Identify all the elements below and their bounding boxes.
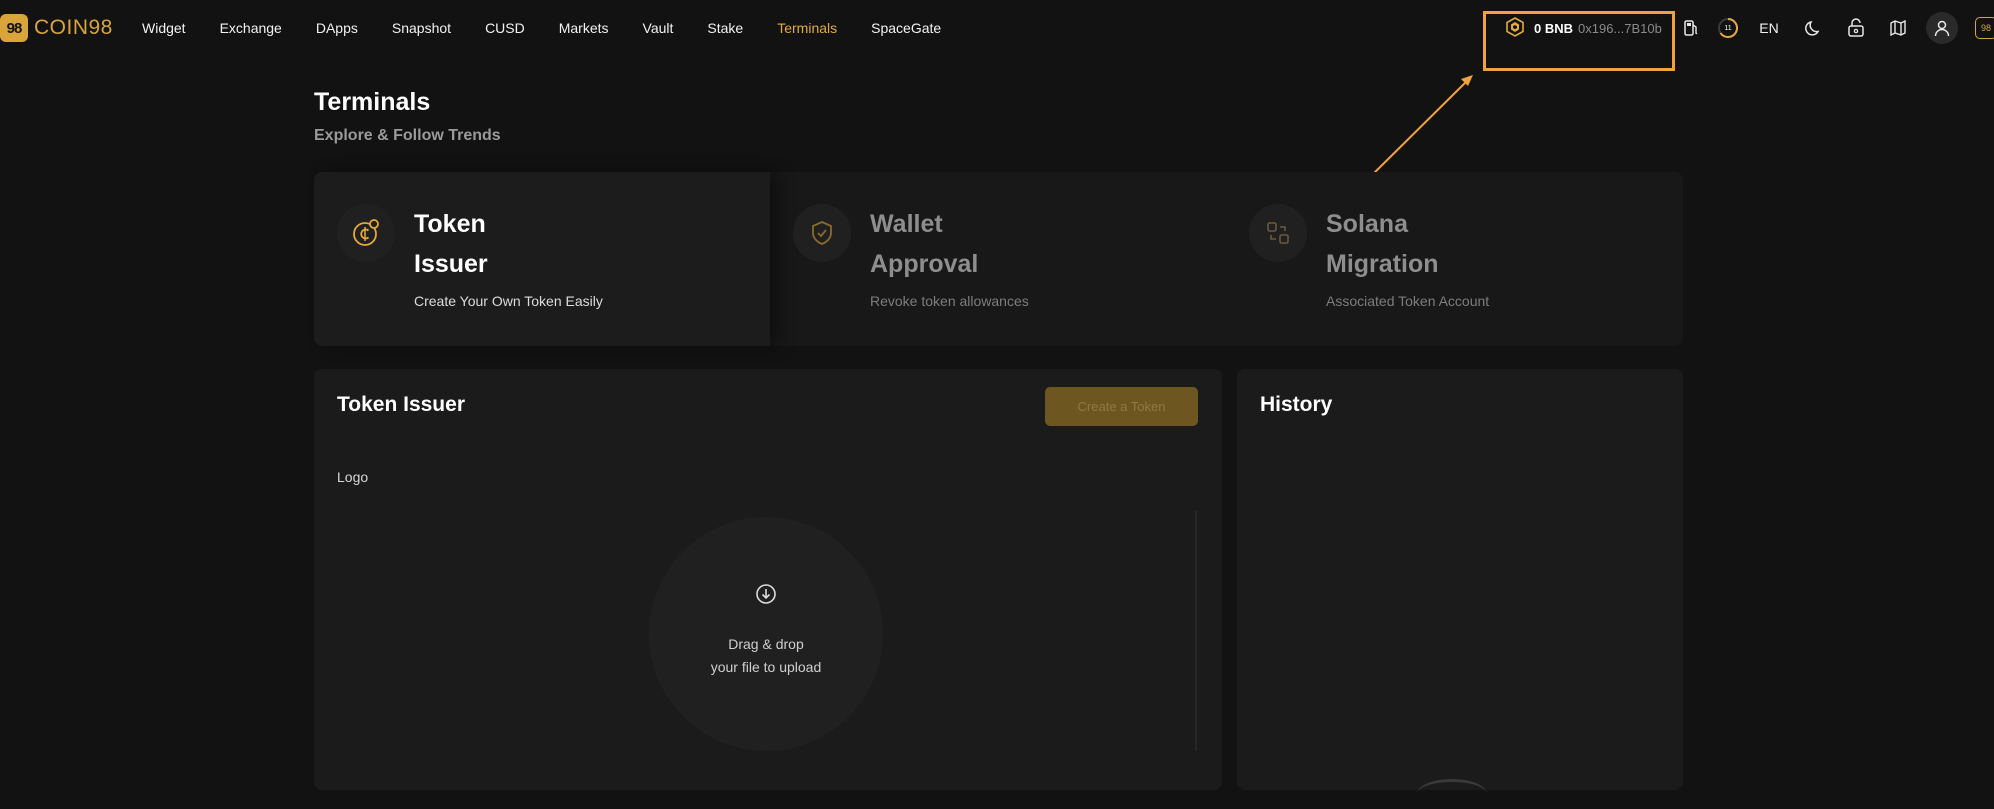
map-icon[interactable] <box>1884 14 1912 42</box>
card-title-line1: Wallet <box>870 210 943 238</box>
notification-count: 11 <box>1724 24 1732 32</box>
card-title-line1: Solana <box>1326 210 1408 238</box>
loading-spinner <box>1417 779 1487 809</box>
card-title-line2: Migration <box>1326 250 1439 278</box>
nav-item-exchange[interactable]: Exchange <box>220 20 282 36</box>
dropzone-text: Drag & drop your file to upload <box>649 633 883 679</box>
moon-icon[interactable] <box>1800 14 1828 42</box>
card-description: Create Your Own Token Easily <box>414 293 603 309</box>
token-issuer-panel: Token Issuer Create a Token Logo Drag & … <box>314 369 1222 790</box>
nav-item-vault[interactable]: Vault <box>643 20 674 36</box>
card-title-line2: Approval <box>870 250 979 278</box>
language-selector[interactable]: EN <box>1755 14 1783 42</box>
logo-label: Logo <box>337 469 369 485</box>
top-navigation-bar: 98 COIN98 Widget Exchange DApps Snapshot… <box>0 0 1994 71</box>
extension-icon[interactable]: 98 <box>1972 14 1994 42</box>
nav-item-terminals[interactable]: Terminals <box>777 20 837 36</box>
card-title: Solana Migration <box>1326 204 1526 284</box>
coin-plus-icon <box>337 204 395 262</box>
coin98-logo-text: COIN98 <box>34 16 113 39</box>
history-title: History <box>1260 393 1333 416</box>
download-icon <box>756 584 776 604</box>
wallet-balance: 0 BNB <box>1534 20 1574 36</box>
history-panel: History <box>1237 369 1683 790</box>
annotation-arrow <box>1364 75 1473 183</box>
card-description: Revoke token allowances <box>870 293 1029 309</box>
coin98-logo-mark: 98 <box>0 14 28 42</box>
wallet-button[interactable]: 0 BNB 0x196...7B10b <box>1505 16 1662 40</box>
card-title-line1: Token <box>414 210 486 238</box>
nav-item-markets[interactable]: Markets <box>559 20 609 36</box>
nav-item-snapshot[interactable]: Snapshot <box>392 20 451 36</box>
card-title: Token Issuer <box>414 204 614 284</box>
notification-counter[interactable]: 11 <box>1714 14 1742 42</box>
card-solana-migration[interactable]: Solana Migration Associated Token Accoun… <box>1226 172 1682 346</box>
gas-station-icon[interactable] <box>1677 14 1705 42</box>
card-title-line2: Issuer <box>414 250 488 278</box>
nav-item-widget[interactable]: Widget <box>142 20 186 36</box>
nav-item-stake[interactable]: Stake <box>707 20 743 36</box>
card-description: Associated Token Account <box>1326 293 1490 309</box>
logo-dropzone[interactable]: Drag & drop your file to upload <box>649 517 883 751</box>
card-wallet-approval[interactable]: Wallet Approval Revoke token allowances <box>770 172 1226 346</box>
dropzone-line2: your file to upload <box>710 659 822 675</box>
nav-item-dapps[interactable]: DApps <box>316 20 358 36</box>
page-title: Terminals <box>314 88 431 116</box>
dropzone-line1: Drag & drop <box>728 636 804 652</box>
migration-icon <box>1249 204 1307 262</box>
user-icon[interactable] <box>1926 12 1958 44</box>
token-issuer-title: Token Issuer <box>337 393 465 416</box>
card-title: Wallet Approval <box>870 204 1070 284</box>
wallet-address: 0x196...7B10b <box>1578 20 1662 36</box>
shield-check-icon <box>793 204 851 262</box>
nav-item-spacegate[interactable]: SpaceGate <box>871 20 941 36</box>
card-token-issuer[interactable]: Token Issuer Create Your Own Token Easil… <box>314 172 770 346</box>
terminal-cards: Token Issuer Create Your Own Token Easil… <box>314 172 1683 346</box>
bnb-icon <box>1505 16 1534 40</box>
extension-mark: 98 <box>1975 17 1994 39</box>
nav-item-cusd[interactable]: CUSD <box>485 20 525 36</box>
main-nav: Widget Exchange DApps Snapshot CUSD Mark… <box>142 0 975 56</box>
page-subtitle: Explore & Follow Trends <box>314 127 501 144</box>
form-scrollbar[interactable] <box>1195 511 1197 751</box>
coin98-logo[interactable]: 98 COIN98 <box>0 14 113 42</box>
lock-icon[interactable] <box>1842 14 1870 42</box>
create-token-button[interactable]: Create a Token <box>1045 387 1198 426</box>
